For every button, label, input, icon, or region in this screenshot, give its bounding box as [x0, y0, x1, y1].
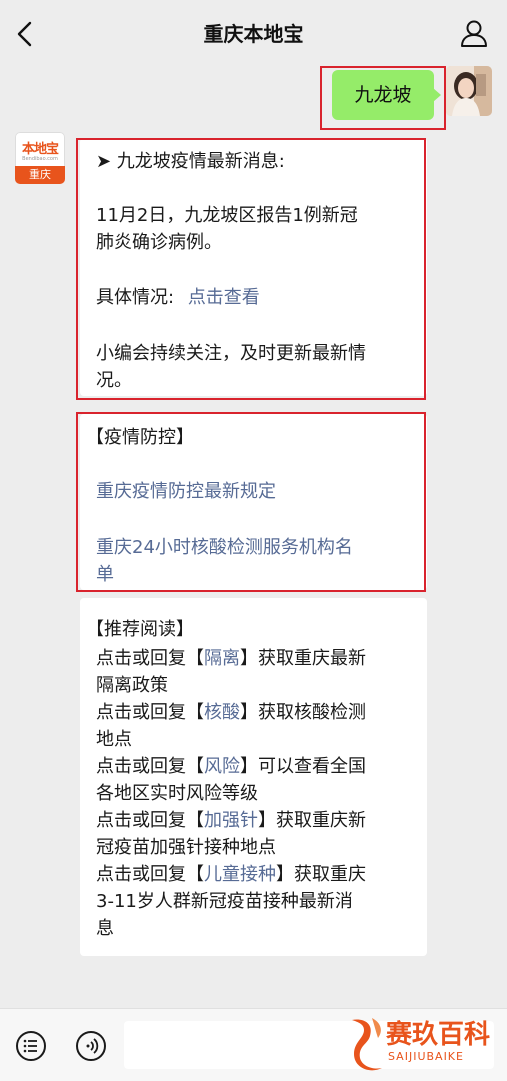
voice-icon	[86, 1038, 99, 1054]
keyword-link-isolation[interactable]: 隔离	[204, 648, 240, 669]
bot-logo-city: 重庆	[15, 166, 65, 184]
recommend-item-children-cont2: 息	[96, 918, 114, 939]
message-card-recommended: 【推荐阅读】 点击或回复【隔离】获取重庆最新 隔离政策 点击或回复【核酸】获取核…	[80, 598, 427, 956]
watermark: 赛玖百科 SAIJIUBAIKE	[348, 1012, 507, 1074]
voice-button[interactable]	[76, 1031, 106, 1061]
recommend-item-risk-cont: 各地区实时风险等级	[96, 783, 258, 804]
keyword-link-booster[interactable]: 加强针	[204, 810, 258, 831]
card1-highlight	[76, 138, 426, 400]
recommend-item-booster: 点击或回复【加强针】获取重庆新	[96, 810, 366, 831]
menu-list-button[interactable]	[16, 1031, 46, 1061]
top-bar: 重庆本地宝	[0, 0, 507, 66]
user-avatar[interactable]	[446, 66, 492, 116]
keyword-link-nucleic[interactable]: 核酸	[204, 702, 240, 723]
bot-avatar[interactable]: 本地宝 Bendibao.com 重庆	[15, 132, 65, 184]
recommend-item-children: 点击或回复【儿童接种】获取重庆	[96, 864, 366, 885]
user-message-highlight	[320, 66, 446, 130]
recommend-item-isolation: 点击或回复【隔离】获取重庆最新	[96, 648, 366, 669]
chat-title: 重庆本地宝	[203, 22, 304, 46]
watermark-subtext: SAIJIUBAIKE	[388, 1050, 464, 1063]
keyword-link-children[interactable]: 儿童接种	[204, 864, 276, 885]
keyword-link-risk[interactable]: 风险	[204, 756, 240, 777]
profile-icon[interactable]	[459, 18, 489, 48]
recommend-item-risk: 点击或回复【风险】可以查看全国	[96, 756, 366, 777]
recommend-item-children-cont: 3-11岁人群新冠疫苗接种最新消	[96, 891, 353, 912]
watermark-logo-icon	[352, 1018, 382, 1071]
recommended-heading: 【推荐阅读】	[86, 619, 194, 640]
bot-logo-text: 本地宝	[21, 142, 59, 157]
recommend-item-nucleic-cont: 地点	[96, 729, 132, 750]
bot-logo-subtext: Bendibao.com	[22, 156, 58, 162]
recommend-item-nucleic: 点击或回复【核酸】获取核酸检测	[96, 702, 366, 723]
recommend-item-isolation-cont: 隔离政策	[96, 675, 168, 696]
card2-highlight	[76, 412, 426, 592]
recommend-item-booster-cont: 冠疫苗加强针接种地点	[96, 837, 276, 858]
user-avatar-image	[446, 66, 492, 116]
watermark-text: 赛玖百科	[386, 1020, 491, 1050]
menu-list-icon	[23, 1039, 37, 1053]
